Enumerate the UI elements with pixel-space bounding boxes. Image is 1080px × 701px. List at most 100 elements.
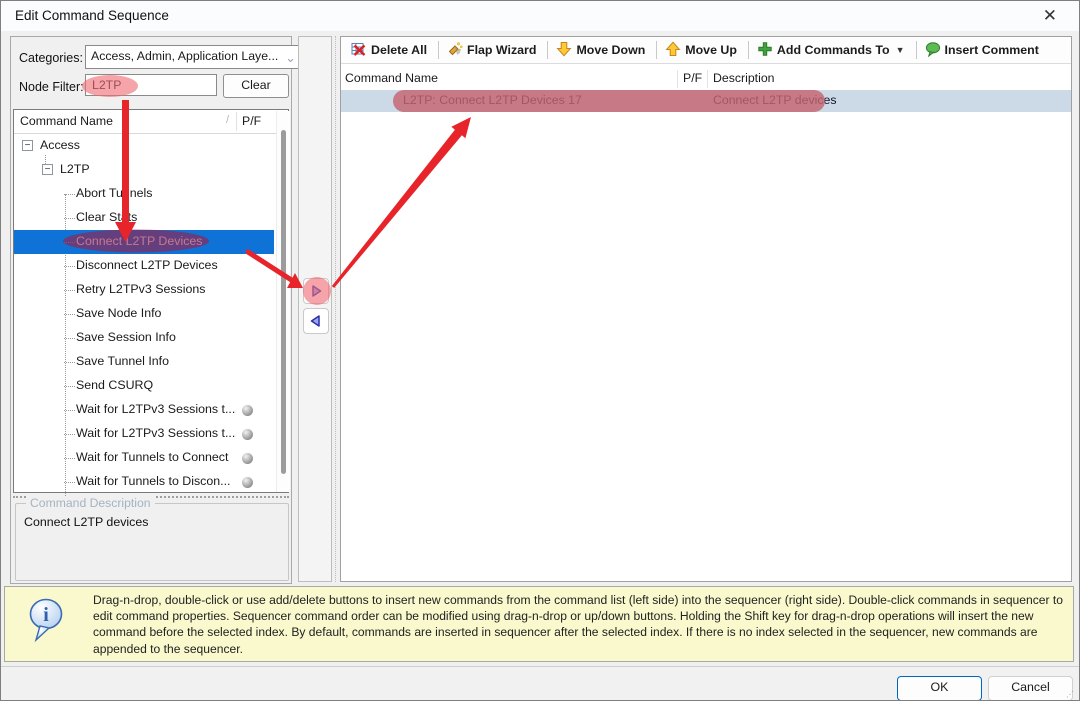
dialog-title: Edit Command Sequence xyxy=(15,8,169,23)
toolbar-separator xyxy=(438,41,439,59)
sequencer-table-header[interactable]: Command Name P/F Description xyxy=(341,68,1071,91)
resize-grip[interactable]: ⋰ xyxy=(1066,690,1074,699)
toolbar-button-label: Insert Comment xyxy=(945,43,1039,57)
tree-item-label: Wait for Tunnels to Connect xyxy=(76,450,228,464)
tree-connector xyxy=(64,194,75,195)
tree-connector xyxy=(64,434,75,435)
tree-scrollbar[interactable] xyxy=(276,111,290,492)
tree-connector xyxy=(64,410,75,411)
remove-from-sequencer-button[interactable] xyxy=(303,308,329,334)
move-down-button[interactable]: Move Down xyxy=(552,39,652,62)
info-text: Drag-n-drop, double-click or use add/del… xyxy=(93,592,1065,657)
categories-value: Access, Admin, Application Laye... xyxy=(91,49,278,63)
tree-connector xyxy=(64,338,75,339)
tree-header[interactable]: Command Name / P/F xyxy=(14,110,288,134)
tree-item-label: Wait for Tunnels to Discon... xyxy=(76,474,230,488)
info-icon: i xyxy=(27,597,65,648)
close-icon[interactable]: ✕ xyxy=(1043,6,1057,26)
tree-connector xyxy=(64,482,75,483)
collapse-icon[interactable]: − xyxy=(42,164,53,175)
tree-header-pf[interactable]: P/F xyxy=(242,114,261,128)
insert-comment-button[interactable]: Insert Comment xyxy=(921,39,1046,62)
cancel-button[interactable]: Cancel xyxy=(988,676,1073,701)
tree-item-l2tp[interactable]: −L2TP xyxy=(14,158,274,182)
tree-item-label: Wait for L2TPv3 Sessions t... xyxy=(76,402,235,416)
column-pf[interactable]: P/F xyxy=(683,71,702,85)
sequencer-row[interactable]: L2TP: Connect L2TP Devices 17Connect L2T… xyxy=(341,90,1071,112)
add-commands-icon xyxy=(757,41,773,60)
tree-item-abort-tunnels[interactable]: Abort Tunnels xyxy=(14,182,274,206)
delete-all-button[interactable]: Delete All xyxy=(347,39,434,62)
tree-item-wait-for-l2tpv3-sessions-t[interactable]: Wait for L2TPv3 Sessions t... xyxy=(14,422,274,446)
command-description-title: Command Description xyxy=(26,496,155,510)
tree-item-save-node-info[interactable]: Save Node Info xyxy=(14,302,274,326)
tree-item-save-session-info[interactable]: Save Session Info xyxy=(14,326,274,350)
svg-text:i: i xyxy=(43,604,49,626)
tree-item-label: Save Node Info xyxy=(76,306,161,320)
toolbar-separator xyxy=(656,41,657,59)
tree-item-disconnect-l2tp-devices[interactable]: Disconnect L2TP Devices xyxy=(14,254,274,278)
tree-item-label: Save Tunnel Info xyxy=(76,354,169,368)
tree-connector xyxy=(64,290,75,291)
toolbar-button-label: Move Down xyxy=(576,43,645,57)
tree-item-label: Abort Tunnels xyxy=(76,186,152,200)
sequencer-toolbar: Delete All Flap Wizard Move Down Move Up Add… xyxy=(341,37,1071,64)
tree-item-wait-for-l2tpv3-sessions-t[interactable]: Wait for L2TPv3 Sessions t... xyxy=(14,398,274,422)
tree-connector xyxy=(64,314,75,315)
tree-item-send-csurq[interactable]: Send CSURQ xyxy=(14,374,274,398)
column-command-name[interactable]: Command Name xyxy=(345,71,438,85)
column-divider xyxy=(707,70,708,88)
tree-rows: −Access−L2TPAbort TunnelsClear StatsConn… xyxy=(14,134,288,494)
column-description[interactable]: Description xyxy=(713,71,775,85)
toolbar-button-label: Add Commands To xyxy=(777,43,890,57)
tree-item-access[interactable]: −Access xyxy=(14,134,274,158)
tree-item-wait-for-tunnels-to-connect[interactable]: Wait for Tunnels to Connect xyxy=(14,446,274,470)
vertical-splitter[interactable] xyxy=(335,36,337,582)
command-list-panel: Categories: Access, Admin, Application L… xyxy=(10,36,292,584)
collapse-icon[interactable]: − xyxy=(22,140,33,151)
command-tree: Command Name / P/F −Access−L2TPAbort Tun… xyxy=(13,109,289,493)
add-commands-to-button[interactable]: Add Commands To ▼ xyxy=(753,39,912,62)
tree-item-label: Save Session Info xyxy=(76,330,176,344)
scrollbar-thumb[interactable] xyxy=(281,130,286,474)
tree-item-retry-l2tpv3-sessions[interactable]: Retry L2TPv3 Sessions xyxy=(14,278,274,302)
column-divider xyxy=(677,70,678,88)
info-box: i Drag-n-drop, double-click or use add/d… xyxy=(4,586,1074,662)
tree-item-label: Send CSURQ xyxy=(76,378,153,392)
move-up-button[interactable]: Move Up xyxy=(661,39,744,62)
pf-status-icon xyxy=(242,429,253,440)
tree-connector xyxy=(64,386,75,387)
node-filter-input[interactable]: L2TP xyxy=(85,74,217,96)
chevron-down-icon[interactable]: ▼ xyxy=(896,45,905,55)
tree-item-label: Retry L2TPv3 Sessions xyxy=(76,282,205,296)
arrow-left-icon xyxy=(309,314,323,328)
toolbar-separator xyxy=(916,41,917,59)
delete-all-icon xyxy=(351,41,367,60)
tree-item-label: L2TP xyxy=(60,162,90,176)
add-to-sequencer-button[interactable] xyxy=(303,278,329,304)
tree-connector xyxy=(64,458,75,459)
pf-status-icon xyxy=(242,477,253,488)
toolbar-button-label: Delete All xyxy=(371,43,427,57)
node-filter-value: L2TP xyxy=(92,78,121,92)
ok-button[interactable]: OK xyxy=(897,676,982,701)
toolbar-button-label: Move Up xyxy=(685,43,737,57)
clear-button[interactable]: Clear xyxy=(223,74,289,98)
categories-dropdown[interactable]: Access, Admin, Application Laye... ⌄ xyxy=(85,45,300,69)
tree-item-clear-stats[interactable]: Clear Stats xyxy=(14,206,274,230)
sequencer-description: Connect L2TP devices xyxy=(713,93,837,107)
flap-wizard-button[interactable]: Flap Wizard xyxy=(443,39,543,62)
tree-item-label: Wait for L2TPv3 Sessions t... xyxy=(76,426,235,440)
column-divider xyxy=(236,112,237,131)
command-description-text: Connect L2TP devices xyxy=(24,515,148,529)
tree-connector xyxy=(64,266,75,267)
footer-bar: OK Cancel xyxy=(1,666,1079,701)
toolbar-separator xyxy=(547,41,548,59)
tree-item-wait-for-tunnels-to-discon[interactable]: Wait for Tunnels to Discon... xyxy=(14,470,274,494)
categories-label: Categories: xyxy=(19,51,83,65)
pf-status-icon xyxy=(242,405,253,416)
tree-item-connect-l2tp-devices[interactable]: Connect L2TP Devices xyxy=(14,230,274,254)
move-up-icon xyxy=(665,41,681,60)
tree-header-command-name[interactable]: Command Name xyxy=(20,114,113,128)
tree-item-save-tunnel-info[interactable]: Save Tunnel Info xyxy=(14,350,274,374)
